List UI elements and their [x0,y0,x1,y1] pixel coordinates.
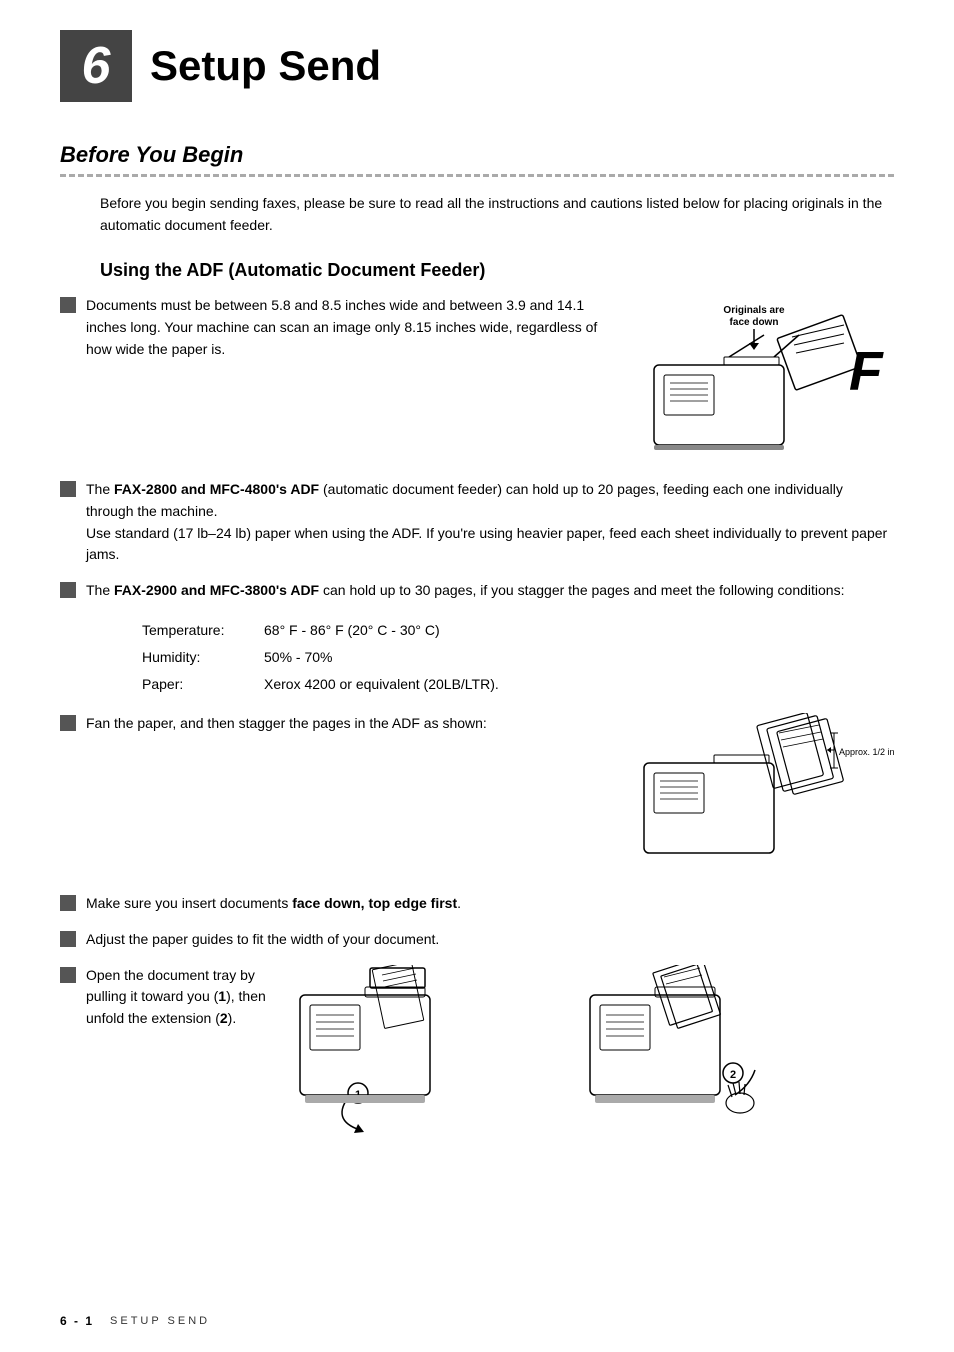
footer-page-number: 6 - 1 [60,1314,94,1328]
condition-label: Temperature: [142,618,262,643]
svg-text:Approx. 1/2 inch: Approx. 1/2 inch [839,747,894,757]
condition-value: Xerox 4200 or equivalent (20LB/LTR). [264,672,499,697]
section-divider [60,174,894,177]
bullet-item-2: The FAX-2800 and MFC-4800's ADF (automat… [60,479,894,566]
bullet-item-guides: Adjust the paper guides to fit the width… [60,929,894,951]
bullet-text-tray: Open the document tray by pulling it tow… [86,965,280,1030]
footer-title: SETUP SEND [110,1315,210,1327]
adf-diagram-1: Originals are face down F [634,295,894,465]
chapter-number: 6 [60,30,132,102]
bullet-icon-fan [60,715,76,731]
condition-temperature: Temperature: 68° F - 86° F (20° C - 30° … [142,618,499,643]
conditions-table: Temperature: 68° F - 86° F (20° C - 30° … [140,616,894,700]
bullet-icon-face-down [60,895,76,911]
tray-diagram-1: 1 [290,965,530,1145]
bullet-icon-2 [60,481,76,497]
page-footer: 6 - 1 SETUP SEND [60,1314,894,1328]
bullet-item-fan: Fan the paper, and then stagger the page… [60,713,894,873]
condition-value: 68° F - 86° F (20° C - 30° C) [264,618,499,643]
condition-humidity: Humidity: 50% - 70% [142,645,499,670]
bullet-item-3: The FAX-2900 and MFC-3800's ADF can hold… [60,580,894,602]
intro-text: Before you begin sending faxes, please b… [100,193,894,236]
bullet-icon-1 [60,297,76,313]
bullet-text-guides: Adjust the paper guides to fit the width… [86,929,894,951]
condition-value: 50% - 70% [264,645,499,670]
page: 6 Setup Send Before You Begin Before you… [0,0,954,1352]
bullet-item-tray: Open the document tray by pulling it tow… [60,965,894,1145]
svg-text:face down: face down [730,317,779,328]
bullet-icon-guides [60,931,76,947]
condition-label: Paper: [142,672,262,697]
fan-diagram: Approx. 1/2 inch [634,713,894,873]
bullet-text-fan: Fan the paper, and then stagger the page… [86,713,614,735]
condition-label: Humidity: [142,645,262,670]
bullet-icon-3 [60,582,76,598]
condition-paper: Paper: Xerox 4200 or equivalent (20LB/LT… [142,672,499,697]
chapter-header: 6 Setup Send [60,0,894,102]
bullet-item-face-down: Make sure you insert documents face down… [60,893,894,915]
bullet-icon-tray [60,967,76,983]
svg-text:F: F [849,340,884,402]
bullet-text-3: The FAX-2900 and MFC-3800's ADF can hold… [86,580,894,602]
chapter-title: Setup Send [150,42,381,90]
subsection-heading: Using the ADF (Automatic Document Feeder… [100,260,894,281]
section-heading: Before You Begin [60,142,894,168]
bullet-text-face-down: Make sure you insert documents face down… [86,893,894,915]
tray-diagram-2: 2 [550,965,790,1145]
svg-text:2: 2 [730,1069,736,1081]
bullet-item-1: Documents must be between 5.8 and 8.5 in… [60,295,894,465]
bullet-text-2: The FAX-2800 and MFC-4800's ADF (automat… [86,479,894,566]
bullet-text-1: Documents must be between 5.8 and 8.5 in… [86,295,624,360]
svg-text:Originals are: Originals are [723,305,785,316]
